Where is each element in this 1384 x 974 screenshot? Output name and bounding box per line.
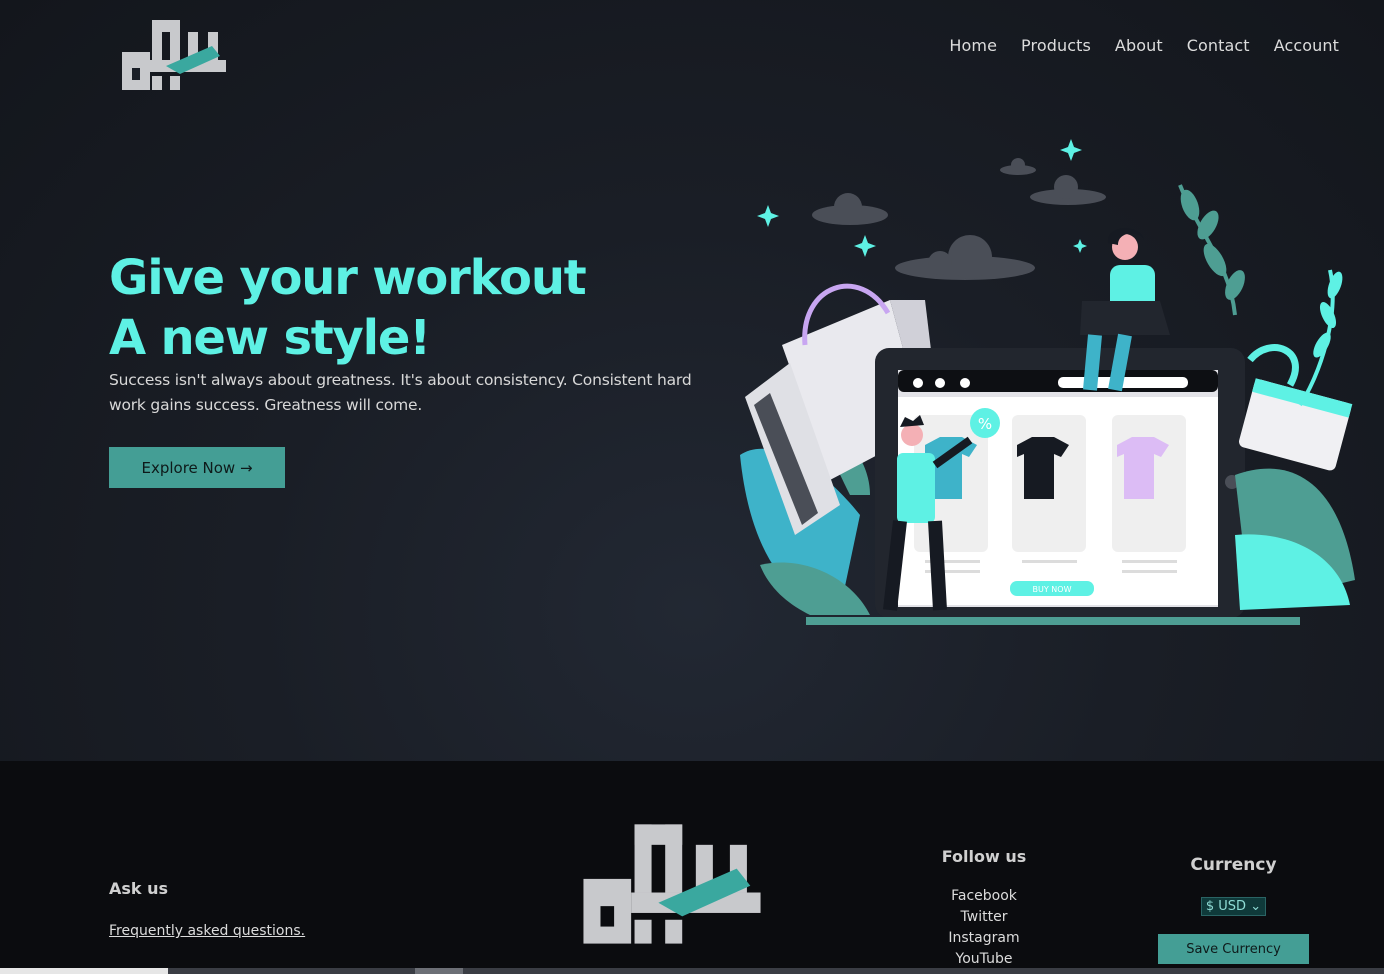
discount-badge-label: % — [978, 415, 992, 433]
main-nav: Home Products About Contact Account — [949, 36, 1339, 55]
currency-select[interactable]: $ USD ⌄ — [1200, 897, 1267, 916]
footer-logo — [583, 824, 761, 944]
shopping-illustration: BUY NOW % — [740, 139, 1355, 625]
ask-us-heading: Ask us — [109, 879, 169, 898]
scrollbar-thumb[interactable] — [0, 968, 168, 974]
hero-section: Home Products About Contact Account Give… — [0, 0, 1384, 761]
nav-contact[interactable]: Contact — [1187, 36, 1250, 55]
horizontal-scrollbar[interactable] — [0, 968, 1384, 974]
currency-value: $ USD — [1205, 899, 1247, 914]
brand-logo[interactable] — [122, 18, 226, 92]
faq-link[interactable]: Frequently asked questions. — [109, 923, 305, 939]
hero-title-line2: A new style! — [109, 310, 431, 366]
hero-title-line1: Give your workout — [109, 250, 587, 306]
buy-now-label: BUY NOW — [1033, 585, 1072, 594]
follow-us-heading: Follow us — [941, 847, 1027, 866]
twitter-link[interactable]: Twitter — [924, 907, 1044, 928]
nav-home[interactable]: Home — [949, 36, 997, 55]
footer: Ask us Frequently asked questions. Follo… — [0, 761, 1384, 974]
nav-products[interactable]: Products — [1021, 36, 1091, 55]
currency-section: Currency $ USD ⌄ Save Currency — [1158, 855, 1309, 964]
youtube-link[interactable]: YouTube — [924, 949, 1044, 970]
explore-now-button[interactable]: Explore Now → — [109, 447, 285, 488]
hero-subtitle: Success isn't always about greatness. It… — [109, 371, 692, 414]
instagram-link[interactable]: Instagram — [924, 928, 1044, 949]
save-currency-button[interactable]: Save Currency — [1158, 934, 1309, 964]
follow-us-section: Follow us Facebook Twitter Instagram You… — [924, 847, 1044, 970]
currency-heading: Currency — [1190, 855, 1277, 875]
chevron-down-icon: ⌄ — [1250, 899, 1262, 914]
facebook-link[interactable]: Facebook — [924, 886, 1044, 907]
nav-about[interactable]: About — [1115, 36, 1163, 55]
nav-account[interactable]: Account — [1274, 36, 1339, 55]
hero-title: Give your workout A new style! — [109, 248, 587, 368]
scrollbar-segment — [415, 968, 463, 974]
